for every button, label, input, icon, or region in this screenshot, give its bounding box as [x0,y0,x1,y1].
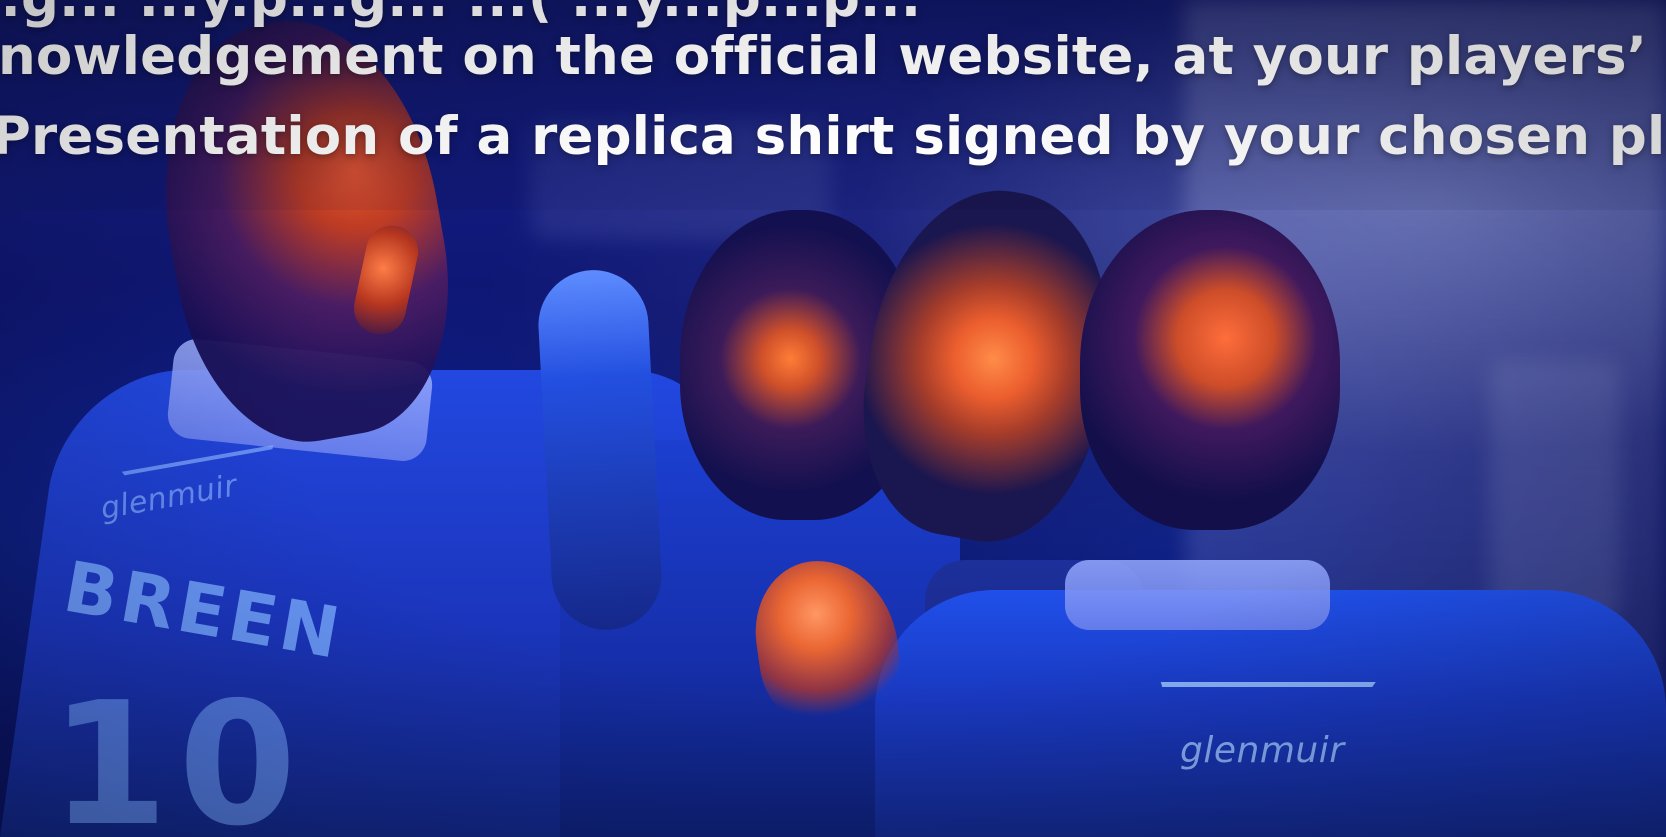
far-right-player-head [1080,210,1340,530]
shirt-logo-right: glenmuir [1180,730,1345,771]
shirt-player-number: 10 [50,666,307,837]
background-light [1490,360,1620,620]
headline-line-1: nowledgement on the official website, at… [0,26,1666,87]
hero-image: glenmuir BREEN 10 glenmuir ...g... ...y.… [0,0,1666,837]
headline-line-partial: ...g... ...y.p...g... ...( ...y...p...p.… [0,0,1666,25]
headline-line-2: Presentation of a replica shirt signed b… [0,106,1666,167]
far-right-player-collar [1065,560,1330,630]
raised-arm [535,267,665,633]
